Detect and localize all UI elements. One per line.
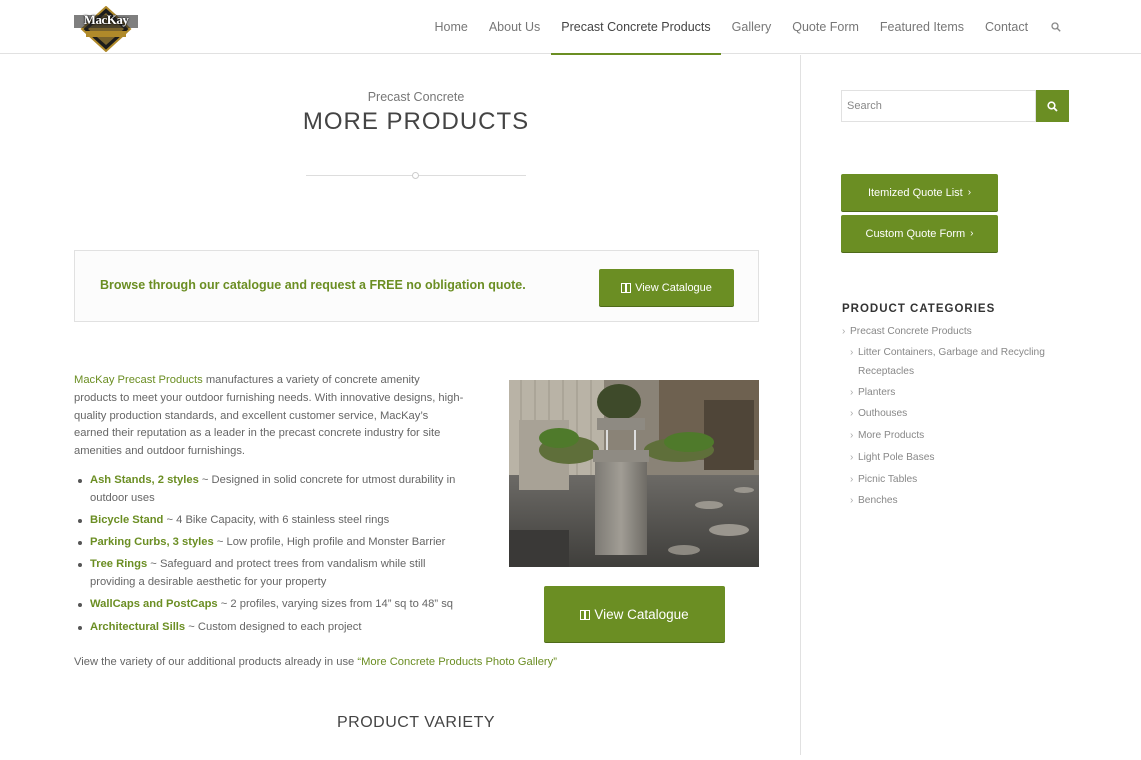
list-item: Ash Stands, 2 styles ~ Designed in solid… xyxy=(74,472,464,508)
view-catalogue-label: View Catalogue xyxy=(635,281,712,294)
nav-home[interactable]: Home xyxy=(424,0,478,54)
product-link-parking-curbs[interactable]: Parking Curbs, 3 styles xyxy=(90,536,214,548)
page: MacKay Home About Us Precast Concrete Pr… xyxy=(0,0,1141,760)
list-item: Tree Rings ~ Safeguard and protect trees… xyxy=(74,556,464,592)
gallery-note-text: View the variety of our additional produ… xyxy=(74,656,358,668)
search-icon xyxy=(1050,22,1061,32)
category-item-light-pole-bases[interactable]: Light Pole Bases xyxy=(842,449,1062,468)
categories-title: PRODUCT CATEGORIES xyxy=(842,303,996,315)
book-icon xyxy=(580,609,591,620)
custom-quote-form-label: Custom Quote Form xyxy=(865,227,966,240)
product-photo[interactable] xyxy=(509,380,759,567)
intro-text: manufactures a variety of concrete ameni… xyxy=(74,374,464,458)
logo-wordmark: MacKay xyxy=(83,12,129,27)
book-icon xyxy=(621,283,632,293)
itemized-quote-list-label: Itemized Quote List xyxy=(867,186,963,199)
product-desc: ~ 2 profiles, varying sizes from 14” sq … xyxy=(217,598,454,611)
list-item: WallCaps and PostCaps ~ 2 profiles, vary… xyxy=(74,596,464,614)
nav-precast-concrete-products[interactable]: Precast Concrete Products xyxy=(550,0,722,55)
catalogue-promo-box: Browse through our catalogue and request… xyxy=(74,250,759,322)
nav-about-us[interactable]: About Us xyxy=(478,0,550,54)
hero-subtitle: Precast Concrete xyxy=(367,90,465,104)
product-desc: ~ Custom designed to each project xyxy=(185,620,362,633)
view-catalogue-large-label: View Catalogue xyxy=(594,606,689,622)
chevron-right-icon: › xyxy=(970,228,974,239)
brand-link[interactable]: MacKay Precast Products xyxy=(74,374,203,386)
product-variety-heading: PRODUCT VARIETY xyxy=(336,714,496,731)
product-desc: ~ Low profile, High profile and Monster … xyxy=(213,536,446,549)
search-icon xyxy=(1047,100,1058,112)
search-input[interactable] xyxy=(841,90,1036,122)
intro-paragraph: MacKay Precast Products manufactures a v… xyxy=(74,372,464,461)
sidebar-divider xyxy=(800,55,801,755)
view-catalogue-large-button[interactable]: View Catalogue xyxy=(544,586,725,642)
list-item: Bicycle Stand ~ 4 Bike Capacity, with 6 … xyxy=(74,512,464,530)
category-list: Precast Concrete Products Litter Contain… xyxy=(842,324,1062,514)
category-item-precast-concrete-products[interactable]: Precast Concrete Products xyxy=(842,324,1062,340)
view-catalogue-button[interactable]: View Catalogue xyxy=(599,269,734,306)
product-list: Ash Stands, 2 styles ~ Designed in solid… xyxy=(74,472,464,641)
list-item: Architectural Sills ~ Custom designed to… xyxy=(74,619,464,637)
separator-dot xyxy=(412,172,419,179)
product-link-architectural-sills[interactable]: Architectural Sills xyxy=(90,621,185,633)
product-link-bicycle-stand[interactable]: Bicycle Stand xyxy=(90,514,163,526)
nav-gallery[interactable]: Gallery xyxy=(721,0,782,54)
category-item-more-products[interactable]: More Products xyxy=(842,427,1062,446)
category-item-planters[interactable]: Planters xyxy=(842,384,1062,403)
product-link-ash-stands[interactable]: Ash Stands, 2 styles xyxy=(90,474,199,486)
nav-search-button[interactable] xyxy=(1043,0,1069,54)
main-nav: Home About Us Precast Concrete Products … xyxy=(424,0,1069,55)
product-link-wallcaps[interactable]: WallCaps and PostCaps xyxy=(90,598,218,610)
chevron-right-icon: › xyxy=(967,187,972,198)
site-header: MacKay Home About Us Precast Concrete Pr… xyxy=(0,0,1141,55)
category-item-litter-containers[interactable]: Litter Containers, Garbage and Recycling… xyxy=(842,344,1062,381)
product-photo-image xyxy=(509,380,759,567)
product-desc: ~ 4 Bike Capacity, with 6 stainless stee… xyxy=(163,513,390,526)
promo-text: Browse through our catalogue and request… xyxy=(100,278,526,292)
sidebar-search xyxy=(841,90,1069,122)
category-item-benches[interactable]: Benches xyxy=(842,492,1062,511)
gallery-note: View the variety of our additional produ… xyxy=(74,656,557,668)
category-item-picnic-tables[interactable]: Picnic Tables xyxy=(842,471,1062,490)
list-item: Parking Curbs, 3 styles ~ Low profile, H… xyxy=(74,534,464,552)
custom-quote-form-button[interactable]: Custom Quote Form › xyxy=(841,215,998,252)
product-link-tree-rings[interactable]: Tree Rings xyxy=(90,558,147,570)
photo-gallery-link[interactable]: “More Concrete Products Photo Gallery” xyxy=(357,656,557,668)
search-submit-button[interactable] xyxy=(1036,90,1069,122)
nav-contact[interactable]: Contact xyxy=(975,0,1039,54)
itemized-quote-list-button[interactable]: Itemized Quote List › xyxy=(841,174,998,211)
site-logo[interactable]: MacKay xyxy=(74,5,138,53)
nav-featured-items[interactable]: Featured Items xyxy=(869,0,974,54)
nav-quote-form[interactable]: Quote Form xyxy=(782,0,870,54)
category-item-outhouses[interactable]: Outhouses xyxy=(842,405,1062,424)
page-title: MORE PRODUCTS xyxy=(302,108,530,135)
